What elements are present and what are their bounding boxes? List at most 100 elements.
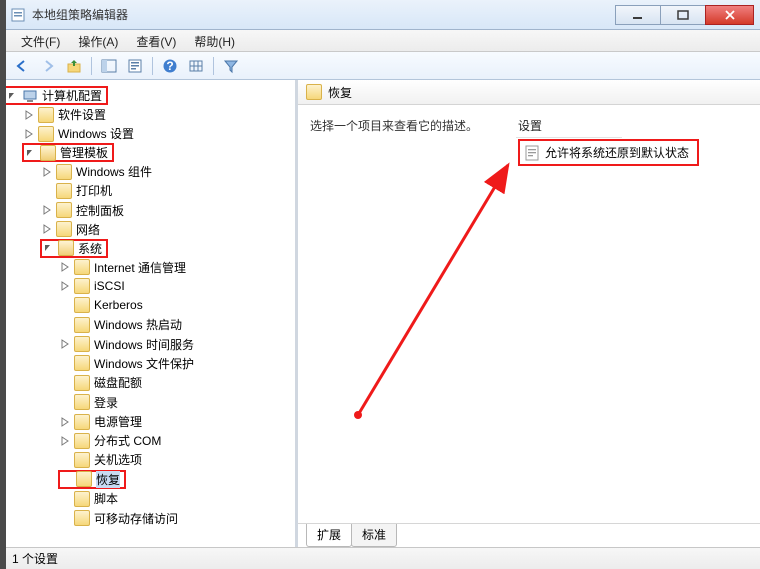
window-left-edge — [0, 0, 6, 569]
menu-file[interactable]: 文件(F) — [12, 30, 69, 51]
tree-node-disk-quota[interactable]: 磁盘配额 — [58, 373, 295, 393]
tree-node-windows-time[interactable]: Windows 时间服务 — [58, 335, 295, 354]
menubar: 文件(F) 操作(A) 查看(V) 帮助(H) — [0, 30, 760, 52]
policy-setting-item[interactable]: 允许将系统还原到默认状态 — [518, 139, 699, 166]
toolbar-separator — [213, 57, 214, 75]
folder-icon — [56, 221, 72, 237]
expand-icon[interactable] — [58, 434, 72, 448]
tree-node-windows-settings[interactable]: Windows 设置 — [22, 124, 295, 143]
tree-node-removable-storage[interactable]: 可移动存储访问 — [58, 509, 295, 529]
folder-open-icon — [58, 240, 74, 256]
right-content: 选择一个项目来查看它的描述。 设置 允许将系统还原到默认状态 — [298, 105, 760, 523]
statusbar: 1 个设置 — [0, 547, 760, 569]
collapse-icon[interactable] — [24, 146, 38, 160]
folder-icon — [74, 491, 90, 507]
properties-button[interactable] — [123, 55, 147, 77]
titlebar: 本地组策略编辑器 — [0, 0, 760, 30]
app-icon — [10, 7, 26, 23]
expand-icon[interactable] — [58, 260, 72, 274]
toolbar: ? — [0, 52, 760, 80]
show-hide-tree-button[interactable] — [97, 55, 121, 77]
tree-node-dcom[interactable]: 分布式 COM — [58, 431, 295, 450]
up-button[interactable] — [62, 55, 86, 77]
maximize-button[interactable] — [660, 5, 706, 25]
tab-extended[interactable]: 扩展 — [306, 524, 352, 547]
export-list-button[interactable] — [184, 55, 208, 77]
tree-pane[interactable]: 计算机配置 软件设置 Windows 设置 管理模板 Windows 组件 打印… — [0, 80, 298, 547]
expand-icon[interactable] — [58, 415, 72, 429]
folder-icon — [74, 259, 90, 275]
tree-node-system[interactable]: 系统 Internet 通信管理 iSCSI Kerberos Windows … — [40, 239, 295, 529]
tree-node-recovery[interactable]: 恢复 — [58, 470, 295, 490]
folder-icon — [74, 278, 90, 294]
folder-icon — [74, 355, 90, 371]
expand-icon[interactable] — [40, 222, 54, 236]
folder-icon — [74, 510, 90, 526]
tree-node-admin-templates[interactable]: 管理模板 Windows 组件 打印机 控制面板 网络 系统 Internet … — [22, 143, 295, 528]
computer-icon — [22, 88, 38, 104]
folder-icon — [56, 164, 72, 180]
tree-node-software-settings[interactable]: 软件设置 — [22, 105, 295, 124]
expand-icon[interactable] — [22, 108, 36, 122]
forward-button[interactable] — [36, 55, 60, 77]
policy-setting-label: 允许将系统还原到默认状态 — [545, 144, 689, 161]
expand-icon[interactable] — [40, 165, 54, 179]
folder-icon — [306, 84, 322, 100]
collapse-icon[interactable] — [6, 89, 20, 103]
expand-icon[interactable] — [58, 279, 72, 293]
back-button[interactable] — [10, 55, 34, 77]
right-header-title: 恢复 — [328, 84, 352, 101]
collapse-icon[interactable] — [42, 241, 56, 255]
menu-view[interactable]: 查看(V) — [127, 30, 185, 51]
tree-node-network[interactable]: 网络 — [40, 220, 295, 239]
folder-icon — [74, 433, 90, 449]
tree-root-computer-config[interactable]: 计算机配置 软件设置 Windows 设置 管理模板 Windows 组件 打印… — [4, 86, 295, 528]
folder-icon — [74, 297, 90, 313]
minimize-button[interactable] — [615, 5, 661, 25]
tree-node-printers[interactable]: 打印机 — [40, 181, 295, 201]
annotation-arrow-icon — [348, 155, 548, 455]
tree-node-windows-components[interactable]: Windows 组件 — [40, 162, 295, 181]
folder-open-icon — [40, 145, 56, 161]
toolbar-separator — [152, 57, 153, 75]
tree-node-windows-file-protection[interactable]: Windows 文件保护 — [58, 354, 295, 374]
menu-action[interactable]: 操作(A) — [69, 30, 127, 51]
folder-icon — [74, 414, 90, 430]
help-button[interactable]: ? — [158, 55, 182, 77]
right-header: 恢复 — [298, 80, 760, 105]
tree-node-scripts[interactable]: 脚本 — [58, 489, 295, 509]
folder-icon — [74, 375, 90, 391]
tree-node-power-management[interactable]: 电源管理 — [58, 412, 295, 431]
right-pane: 恢复 选择一个项目来查看它的描述。 设置 允许将系统还原到默认状态 — [298, 80, 760, 547]
menu-help[interactable]: 帮助(H) — [185, 30, 244, 51]
folder-icon — [38, 107, 54, 123]
tree-node-control-panel[interactable]: 控制面板 — [40, 201, 295, 220]
folder-icon — [74, 317, 90, 333]
folder-icon — [76, 471, 92, 487]
expand-icon[interactable] — [22, 127, 36, 141]
expand-icon[interactable] — [40, 203, 54, 217]
tree-node-login[interactable]: 登录 — [58, 393, 295, 413]
tree-node-iscsi[interactable]: iSCSI — [58, 277, 295, 296]
tab-standard[interactable]: 标准 — [351, 524, 397, 547]
filter-button[interactable] — [219, 55, 243, 77]
tree-node-internet-comm[interactable]: Internet 通信管理 — [58, 258, 295, 277]
folder-icon — [38, 126, 54, 142]
right-tabs: 扩展 标准 — [298, 523, 760, 547]
folder-icon — [56, 202, 72, 218]
folder-icon — [56, 183, 72, 199]
expand-icon[interactable] — [58, 337, 72, 351]
window-title: 本地组策略编辑器 — [32, 6, 616, 23]
svg-text:?: ? — [166, 59, 173, 73]
toolbar-separator — [91, 57, 92, 75]
close-button[interactable] — [705, 5, 754, 25]
status-text: 1 个设置 — [12, 550, 58, 567]
policy-icon — [524, 145, 540, 161]
folder-icon — [74, 452, 90, 468]
tree-node-windows-hotstart[interactable]: Windows 热启动 — [58, 315, 295, 335]
settings-column-header[interactable]: 设置 — [518, 117, 542, 136]
folder-icon — [74, 394, 90, 410]
folder-icon — [74, 336, 90, 352]
tree-node-shutdown-options[interactable]: 关机选项 — [58, 450, 295, 470]
tree-node-kerberos[interactable]: Kerberos — [58, 296, 295, 316]
